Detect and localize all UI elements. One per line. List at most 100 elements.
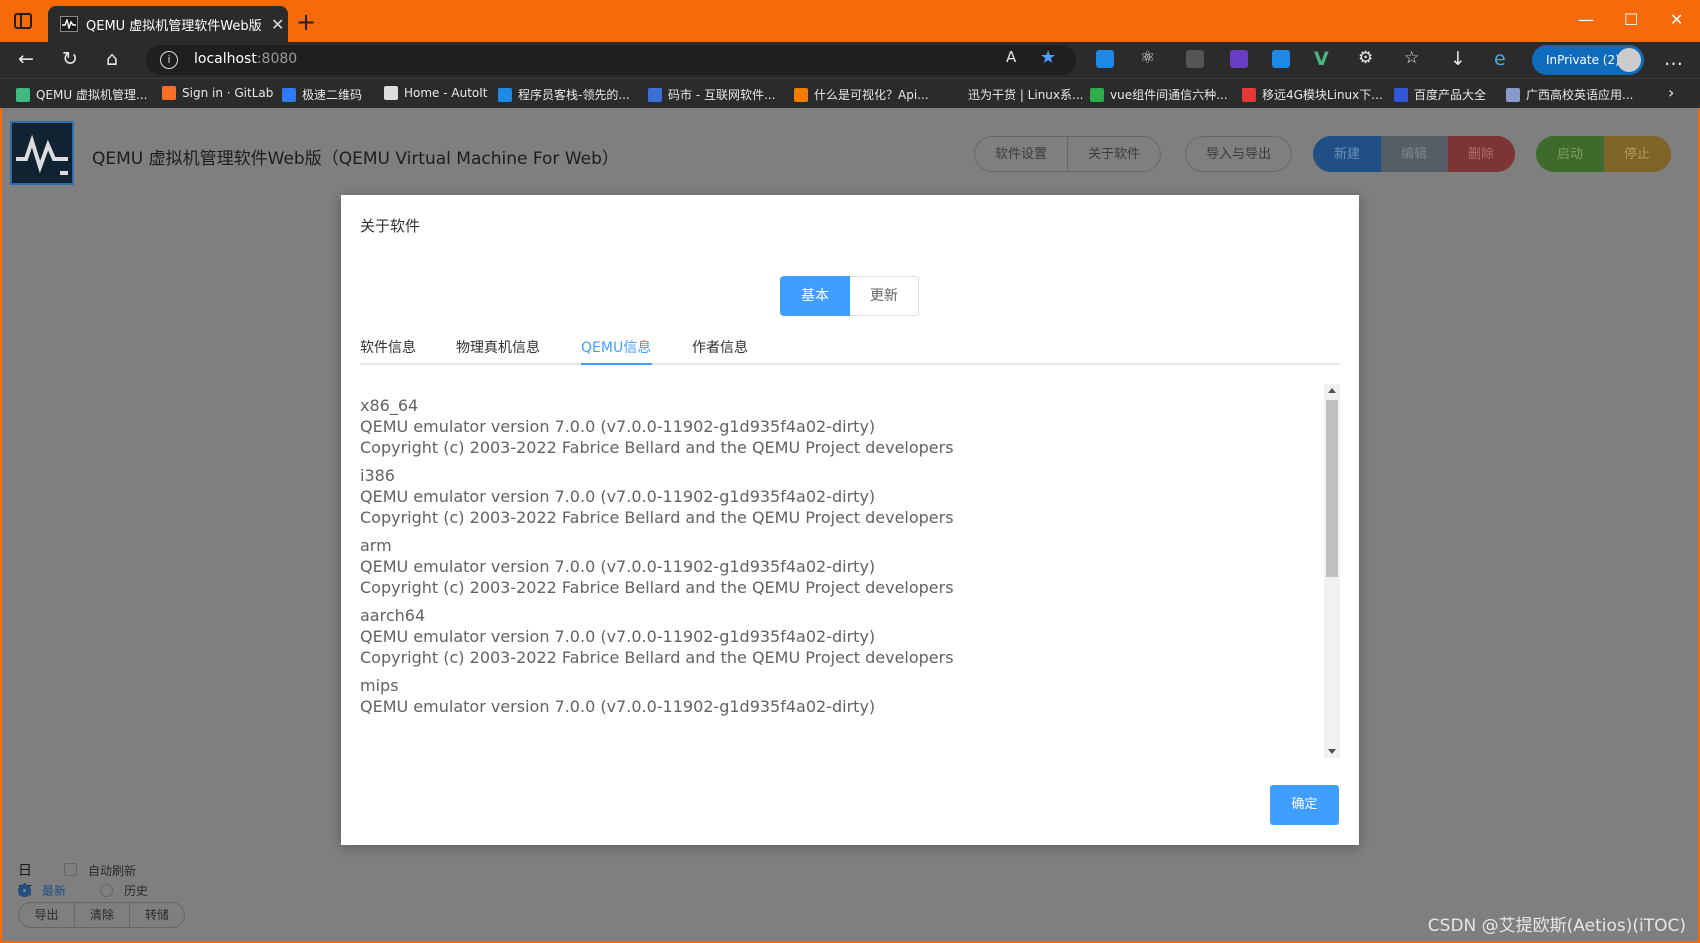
version-line: QEMU emulator version 7.0.0 (v7.0.0-1190… xyxy=(360,557,876,576)
tab-author-info[interactable]: 作者信息 xyxy=(692,337,748,357)
edge-icon[interactable]: e xyxy=(1494,48,1506,70)
bookmark-item[interactable]: 百度产品大全 xyxy=(1394,86,1486,103)
auto-refresh-label: 自动刷新 xyxy=(88,864,137,878)
new-vm-button[interactable]: 新建 xyxy=(1313,136,1382,172)
copyright-line: Copyright (c) 2003-2022 Fabrice Bellard … xyxy=(360,648,954,667)
scrollbar-thumb[interactable] xyxy=(1326,400,1338,577)
favorites-icon[interactable]: ☆ xyxy=(1404,48,1419,68)
bookmark-item[interactable]: 迅为干货 | Linux系... xyxy=(968,86,1083,103)
vertical-scrollbar[interactable] xyxy=(1324,384,1340,758)
favorite-star-icon[interactable]: ★ xyxy=(1040,47,1056,68)
clear-log-button[interactable]: 清除 xyxy=(74,903,129,927)
app-title: QEMU 虚拟机管理软件Web版（QEMU Virtual Machine Fo… xyxy=(92,149,619,169)
browser-tab-active[interactable]: QEMU 虚拟机管理软件Web版（( ✕ xyxy=(48,6,288,42)
arch-name: x86_64 xyxy=(360,396,419,415)
downloads-icon[interactable]: ↓ xyxy=(1450,48,1466,70)
tab-qemu-info[interactable]: QEMU信息 xyxy=(581,337,651,357)
history-radio[interactable] xyxy=(100,884,113,897)
bookmark-icon xyxy=(282,87,296,102)
home-icon[interactable]: ⌂ xyxy=(106,48,118,70)
start-vm-button[interactable]: 启动 xyxy=(1536,136,1605,172)
export-log-button[interactable]: 导出 xyxy=(19,903,74,927)
bookmark-icon xyxy=(16,87,30,102)
edit-vm-button[interactable]: 编辑 xyxy=(1381,136,1449,172)
inprivate-label: InPrivate (2) xyxy=(1546,53,1620,67)
qemu-favicon-icon xyxy=(60,16,78,32)
bookmark-item[interactable]: Home - AutoIt xyxy=(384,86,488,100)
ok-button[interactable]: 确定 xyxy=(1270,785,1339,825)
inprivate-badge[interactable]: InPrivate (2) xyxy=(1532,45,1644,75)
stop-vm-button[interactable]: 停止 xyxy=(1604,136,1672,172)
tab-close-icon[interactable]: ✕ xyxy=(271,15,284,34)
latest-radio[interactable] xyxy=(18,884,31,897)
segment-control: 基本 更新 xyxy=(780,276,919,316)
site-info-icon[interactable]: i xyxy=(160,51,178,69)
bookmark-item[interactable]: Sign in · GitLab xyxy=(162,86,273,100)
reload-icon[interactable]: ↻ xyxy=(62,48,78,70)
bookmark-item[interactable]: 码市 - 互联网软件... xyxy=(648,86,775,103)
import-export-button[interactable]: 导入与导出 xyxy=(1185,136,1293,172)
bookmark-item[interactable]: 广西高校英语应用... xyxy=(1506,86,1633,103)
more-menu-icon[interactable]: … xyxy=(1664,48,1683,70)
extension-icon[interactable] xyxy=(1186,50,1204,68)
arch-name: aarch64 xyxy=(360,606,426,625)
bookmark-item[interactable]: 什么是可视化？Api... xyxy=(794,86,929,103)
bookmark-item[interactable]: 极速二维码 xyxy=(282,86,362,103)
scroll-up-icon[interactable] xyxy=(1328,388,1336,393)
maximize-icon[interactable]: ☐ xyxy=(1624,10,1638,29)
back-icon[interactable]: ← xyxy=(18,48,34,70)
settings-button-group: 软件设置 关于软件 xyxy=(974,136,1162,172)
url-text: localhost:8080 xyxy=(194,51,298,67)
new-tab-icon[interactable]: + xyxy=(296,8,316,36)
extensions-icon[interactable]: ⚙ xyxy=(1358,48,1373,68)
gitlab-icon xyxy=(162,86,176,100)
close-window-icon[interactable]: ✕ xyxy=(1670,10,1683,29)
chevron-right-icon[interactable]: › xyxy=(1668,83,1674,102)
latest-radio-label: 最新 xyxy=(42,884,67,898)
extension-icon[interactable] xyxy=(1096,50,1114,68)
baidu-icon xyxy=(1394,87,1408,102)
copyright-line: Copyright (c) 2003-2022 Fabrice Bellard … xyxy=(360,438,954,457)
arch-name: arm xyxy=(360,536,392,555)
auto-refresh-checkbox[interactable] xyxy=(64,863,77,876)
segment-basic[interactable]: 基本 xyxy=(780,276,850,316)
tab-host-info[interactable]: 物理真机信息 xyxy=(456,337,540,357)
tab-software-info[interactable]: 软件信息 xyxy=(360,337,416,357)
software-settings-button[interactable]: 软件设置 xyxy=(974,136,1069,172)
about-software-button[interactable]: 关于软件 xyxy=(1068,136,1162,172)
address-bar[interactable]: i localhost:8080 A ★ xyxy=(146,45,1076,75)
copyright-line: Copyright (c) 2003-2022 Fabrice Bellard … xyxy=(360,578,954,597)
qemu-info-scroll[interactable]: x86_64 QEMU emulator version 7.0.0 (v7.0… xyxy=(360,384,1340,758)
tab-actions-icon[interactable] xyxy=(14,13,32,29)
info-tabs: 软件信息 物理真机信息 QEMU信息 作者信息 xyxy=(360,333,1340,365)
bookmark-item[interactable]: 移远4G模块Linux下... xyxy=(1242,86,1383,103)
version-line: QEMU emulator version 7.0.0 (v7.0.0-1190… xyxy=(360,627,876,646)
minimize-icon[interactable]: — xyxy=(1578,10,1594,29)
extension-icon[interactable] xyxy=(1272,50,1290,68)
bookmark-icon xyxy=(1506,87,1520,102)
bookmark-icon xyxy=(498,87,512,102)
csdn-icon xyxy=(1242,87,1256,102)
dump-log-button[interactable]: 转储 xyxy=(129,903,184,927)
bookmark-item[interactable]: 程序员客栈-领先的... xyxy=(498,86,630,103)
arch-name: mips xyxy=(360,676,399,695)
read-aloud-icon[interactable]: A xyxy=(1006,48,1016,66)
log-button-group: 导出 清除 转储 xyxy=(18,902,185,928)
sf-icon xyxy=(1090,87,1104,102)
react-devtools-icon[interactable]: ⚛ xyxy=(1140,48,1155,68)
bookmark-item[interactable]: QEMU 虚拟机管理... xyxy=(16,86,147,103)
page-icon xyxy=(384,86,398,100)
delete-vm-button[interactable]: 删除 xyxy=(1448,136,1516,172)
tab-title: QEMU 虚拟机管理软件Web版（( xyxy=(86,18,261,34)
scroll-down-icon[interactable] xyxy=(1328,749,1336,754)
bookmark-item[interactable]: vue组件间通信六种... xyxy=(1090,86,1228,103)
vm-edit-group: 新建 编辑 删除 xyxy=(1313,136,1516,172)
browser-tabbar: QEMU 虚拟机管理软件Web版（( ✕ + — ☐ ✕ xyxy=(0,0,1700,42)
app-logo xyxy=(10,121,74,185)
extension-icon[interactable] xyxy=(1230,50,1248,68)
vue-devtools-icon[interactable]: V xyxy=(1314,48,1329,70)
bookmarks-bar: QEMU 虚拟机管理... Sign in · GitLab 极速二维码 Hom… xyxy=(0,78,1700,108)
segment-update[interactable]: 更新 xyxy=(850,276,919,316)
watermark: CSDN @艾提欧斯(Aetios)(iTOC) xyxy=(1427,916,1686,936)
avatar xyxy=(1617,48,1641,72)
